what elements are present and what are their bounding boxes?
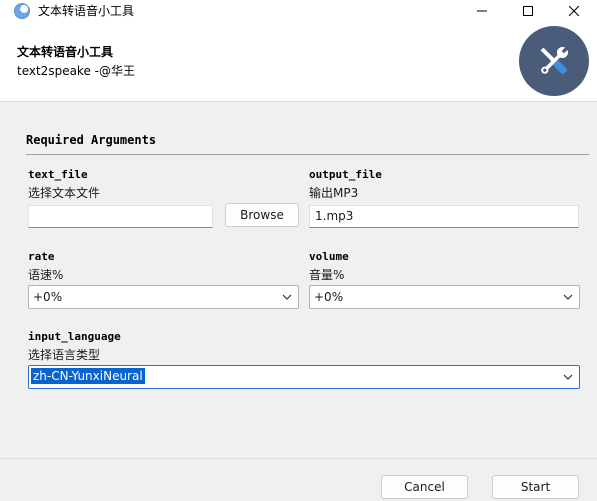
output-file-label: output_file [309,168,382,181]
text-file-help: 选择文本文件 [28,186,101,200]
volume-help: 音量% [309,268,345,282]
header-subtitle: text2speake -@华王 [17,64,135,78]
header-panel: 文本转语音小工具 text2speake -@华王 [0,21,597,102]
title-bar: 文本转语音小工具 [0,0,597,21]
minimize-icon [477,10,487,11]
footer-divider [0,458,597,459]
input-language-label: input_language [28,330,121,343]
close-icon [569,5,579,16]
rate-label: rate [28,250,55,263]
maximize-button[interactable] [505,0,551,21]
input-language-help: 选择语言类型 [28,348,101,362]
chevron-down-icon [282,294,292,300]
volume-label: volume [309,250,349,263]
rate-value: +0% [33,290,63,304]
tools-icon [540,46,569,74]
chevron-down-icon [563,374,573,380]
section-title: Required Arguments [26,133,157,147]
volume-select[interactable]: +0% [309,285,580,309]
header-logo [519,26,589,96]
maximize-icon [523,5,533,16]
rate-select[interactable]: +0% [28,285,299,309]
browse-button[interactable]: Browse [225,203,299,227]
text-file-input[interactable] [28,205,213,228]
cancel-button[interactable]: Cancel [381,475,468,499]
start-button[interactable]: Start [492,475,579,499]
section-divider [26,154,589,155]
input-language-value: zh-CN-YunxiNeural [31,368,145,384]
rate-help: 语速% [28,268,64,282]
window-controls [459,0,597,21]
header-title: 文本转语音小工具 [17,45,114,59]
app-icon [14,2,30,19]
input-language-select[interactable]: zh-CN-YunxiNeural [28,365,580,389]
output-file-input[interactable]: 1.mp3 [309,205,579,228]
chevron-down-icon [563,294,573,300]
output-file-help: 输出MP3 [309,186,359,200]
close-button[interactable] [551,0,597,21]
volume-value: +0% [314,290,344,304]
minimize-button[interactable] [459,0,505,21]
window-title: 文本转语音小工具 [38,4,135,18]
text-file-label: text_file [28,168,88,181]
